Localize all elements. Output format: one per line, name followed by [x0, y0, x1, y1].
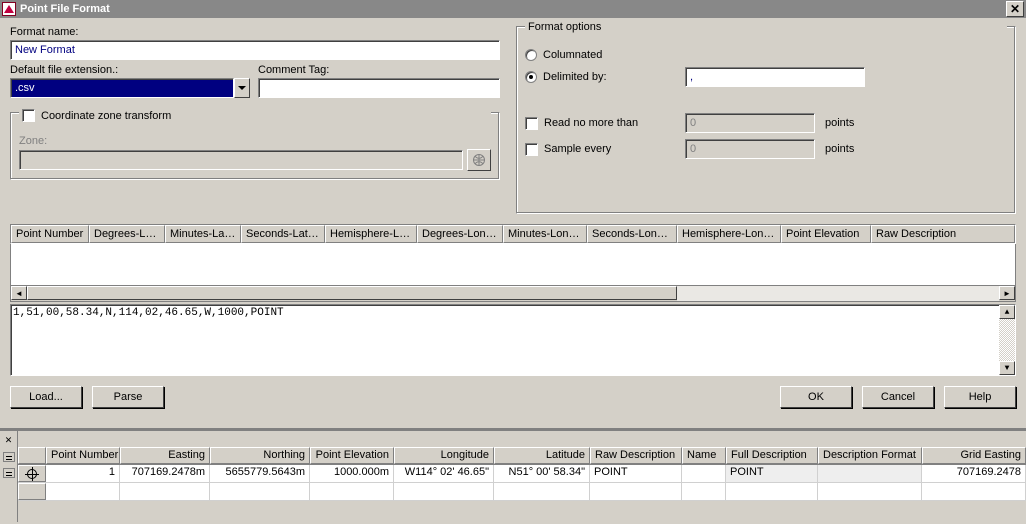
- coord-zone-group: Coordinate zone transform Zone:: [10, 112, 500, 180]
- dialog-body: Format name: Default file extension.: Co…: [0, 18, 1026, 428]
- app-icon: [2, 2, 16, 16]
- read-limit-input: [685, 113, 815, 133]
- col-point-number[interactable]: Point Number: [11, 225, 89, 243]
- panel-mode-icon-1[interactable]: [3, 452, 15, 462]
- panel-mode-icon-2[interactable]: [3, 468, 15, 478]
- columnated-label: Columnated: [543, 49, 602, 61]
- col-elev[interactable]: Point Elevation: [781, 225, 871, 243]
- target-icon: [27, 469, 37, 479]
- cell-fulldesc[interactable]: POINT: [726, 465, 818, 482]
- col-rawdesc[interactable]: Raw Description: [871, 225, 1015, 243]
- points-label-2: points: [825, 143, 854, 155]
- points-label-1: points: [825, 117, 854, 129]
- grid-header[interactable]: Point Number Easting Northing Point Elev…: [18, 447, 1026, 465]
- default-ext-label: Default file extension.:: [10, 64, 250, 76]
- gh-northing[interactable]: Northing: [210, 447, 310, 464]
- sample-text: 1,51,00,58.34,N,114,02,46.65,W,1000,POIN…: [13, 307, 284, 319]
- delimiter-input[interactable]: [685, 67, 865, 87]
- gh-point-number[interactable]: Point Number: [46, 447, 120, 464]
- col-deg-lon[interactable]: Degrees-Long...: [417, 225, 503, 243]
- format-options-group: Format options Columnated Delimited by:: [516, 26, 1016, 214]
- help-button[interactable]: Help: [944, 386, 1016, 408]
- col-sec-lon[interactable]: Seconds-Longit...: [587, 225, 677, 243]
- gh-descfmt[interactable]: Description Format: [818, 447, 922, 464]
- close-button[interactable]: ✕: [1006, 1, 1024, 17]
- delimited-label: Delimited by:: [543, 71, 607, 83]
- columnated-radio[interactable]: [525, 49, 537, 61]
- gh-lat[interactable]: Latitude: [494, 447, 590, 464]
- gh-elev[interactable]: Point Elevation: [310, 447, 394, 464]
- default-ext-combo[interactable]: [10, 78, 250, 98]
- cell-geasting[interactable]: 707169.2478: [922, 465, 1026, 482]
- format-name-label: Format name:: [10, 26, 500, 38]
- scroll-left-icon[interactable]: ◄: [11, 286, 27, 300]
- gh-easting[interactable]: Easting: [120, 447, 210, 464]
- sample-label: Sample every: [544, 143, 611, 155]
- grid-row[interactable]: 1 707169.2478m 5655779.5643m 1000.000m W…: [18, 465, 1026, 483]
- format-name-input[interactable]: [10, 40, 500, 60]
- cell-lon[interactable]: W114° 02' 46.65": [394, 465, 494, 482]
- parse-button[interactable]: Parse: [92, 386, 164, 408]
- col-hem-lon[interactable]: Hemisphere-Long...: [677, 225, 781, 243]
- zone-input: [19, 150, 463, 170]
- scroll-right-icon[interactable]: ►: [999, 286, 1015, 300]
- gh-geasting[interactable]: Grid Easting: [922, 447, 1026, 464]
- cell-elev[interactable]: 1000.000m: [310, 465, 394, 482]
- col-sec-lat[interactable]: Seconds-Latit...: [241, 225, 325, 243]
- read-limit-checkbox[interactable]: [525, 117, 538, 130]
- gh-fulldesc[interactable]: Full Description: [726, 447, 818, 464]
- panel-gutter[interactable]: ✕: [0, 431, 18, 522]
- ok-button[interactable]: OK: [780, 386, 852, 408]
- comment-tag-label: Comment Tag:: [258, 64, 500, 76]
- columns-header[interactable]: Point Number Degrees-Lat... Minutes-Lati…: [10, 224, 1016, 244]
- coord-zone-checkbox[interactable]: [22, 109, 35, 122]
- sample-input: [685, 139, 815, 159]
- row-header-icon[interactable]: [18, 465, 46, 482]
- load-button[interactable]: Load...: [10, 386, 82, 408]
- col-deg-lat[interactable]: Degrees-Lat...: [89, 225, 165, 243]
- grid-row-empty: [18, 483, 1026, 501]
- zone-label: Zone:: [19, 135, 491, 147]
- close-panel-icon[interactable]: ✕: [5, 435, 13, 446]
- gh-lon[interactable]: Longitude: [394, 447, 494, 464]
- read-limit-label: Read no more than: [544, 117, 638, 129]
- delimited-radio[interactable]: [525, 71, 537, 83]
- cell-descfmt[interactable]: [818, 465, 922, 482]
- sample-textarea[interactable]: 1,51,00,58.34,N,114,02,46.65,W,1000,POIN…: [10, 304, 1016, 376]
- col-hem-lat[interactable]: Hemisphere-Lat...: [325, 225, 417, 243]
- cell-name[interactable]: [682, 465, 726, 482]
- cell-lat[interactable]: N51° 00' 58.34": [494, 465, 590, 482]
- chevron-down-icon[interactable]: [234, 78, 250, 98]
- columns-body[interactable]: [10, 244, 1016, 286]
- window-title: Point File Format: [20, 3, 110, 15]
- cell-point-number[interactable]: 1: [46, 465, 120, 482]
- format-options-label: Format options: [525, 21, 1007, 33]
- titlebar: Point File Format ✕: [0, 0, 1026, 18]
- scroll-thumb[interactable]: [27, 286, 677, 300]
- globe-icon[interactable]: [467, 149, 491, 171]
- gh-rawdesc[interactable]: Raw Description: [590, 447, 682, 464]
- grid-corner[interactable]: [18, 447, 46, 464]
- gh-name[interactable]: Name: [682, 447, 726, 464]
- cell-rawdesc[interactable]: POINT: [590, 465, 682, 482]
- cell-easting[interactable]: 707169.2478m: [120, 465, 210, 482]
- coord-zone-label: Coordinate zone transform: [41, 110, 171, 122]
- comment-tag-input[interactable]: [258, 78, 500, 98]
- cancel-button[interactable]: Cancel: [862, 386, 934, 408]
- cell-northing[interactable]: 5655779.5643m: [210, 465, 310, 482]
- bottom-panel: ✕ Point Number Easting Northing Point El…: [0, 428, 1026, 522]
- sample-checkbox[interactable]: [525, 143, 538, 156]
- scroll-down-icon[interactable]: ▼: [999, 361, 1015, 375]
- col-min-lat[interactable]: Minutes-Lati...: [165, 225, 241, 243]
- col-min-lon[interactable]: Minutes-Longi...: [503, 225, 587, 243]
- default-ext-input[interactable]: [10, 78, 234, 98]
- scroll-up-icon[interactable]: ▲: [999, 305, 1015, 319]
- columns-hscroll[interactable]: ◄ ►: [10, 286, 1016, 302]
